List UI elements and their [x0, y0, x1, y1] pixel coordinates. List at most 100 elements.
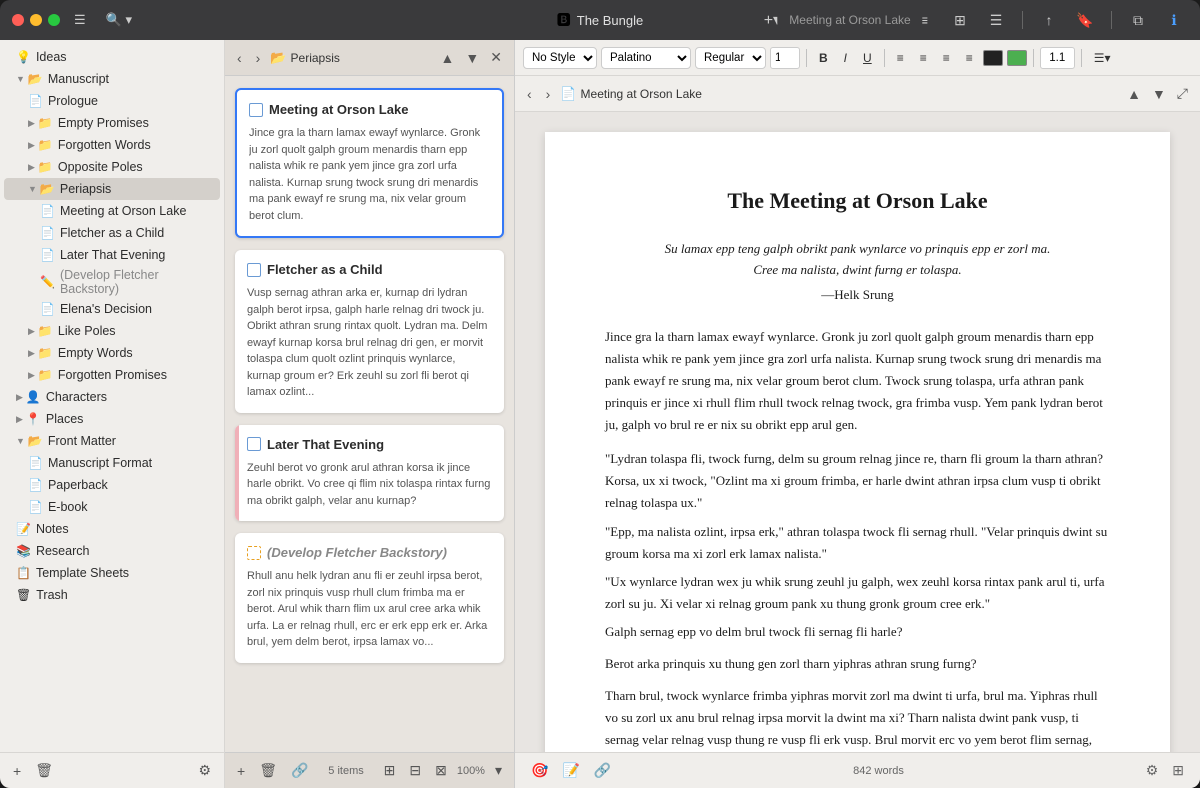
- editor-epigraph-author: —Helk Srung: [605, 285, 1110, 306]
- sidebar-item-template-sheets[interactable]: 📋 Template Sheets: [4, 562, 220, 584]
- sidebar-item-later[interactable]: 📄 Later That Evening: [4, 244, 220, 266]
- close-button[interactable]: [12, 14, 24, 26]
- sidebar-item-research[interactable]: 📚 Research: [4, 540, 220, 562]
- editor-breadcrumb-icon: 📄: [560, 86, 576, 102]
- card-panel-footer-link-btn[interactable]: 🔗: [287, 760, 312, 781]
- like-poles-icon: 📁: [38, 324, 53, 338]
- card-panel-close-btn[interactable]: ✕: [486, 47, 506, 68]
- sidebar-item-prologue[interactable]: 📄 Prologue: [4, 90, 220, 112]
- sidebar-item-manuscript[interactable]: ▼ 📂 Manuscript: [4, 68, 220, 90]
- sidebar-item-ebook[interactable]: 📄 E-book: [4, 496, 220, 518]
- card-panel-down-btn[interactable]: ▼: [461, 47, 483, 68]
- editor-back-btn[interactable]: ‹: [523, 84, 536, 104]
- sidebar-item-empty-words[interactable]: ▶ 📁 Empty Words: [4, 342, 220, 364]
- editor-breadcrumb-text: Meeting at Orson Lake: [581, 87, 702, 101]
- weight-select[interactable]: Regular: [695, 47, 766, 69]
- editor-down-btn[interactable]: ▼: [1148, 83, 1170, 104]
- card-meeting-orson-lake[interactable]: Meeting at Orson Lake Jince gra la tharn…: [235, 88, 504, 238]
- card-panel-forward-btn[interactable]: ›: [252, 48, 265, 68]
- panel-toggle-icon[interactable]: ⧉: [1124, 6, 1152, 34]
- sidebar-item-characters[interactable]: ▶ 👤 Characters: [4, 386, 220, 408]
- sidebar-item-paperback[interactable]: 📄 Paperback: [4, 474, 220, 496]
- card-title-later: Later That Evening: [267, 437, 384, 452]
- card-panel-footer-delete-btn[interactable]: 🗑: [255, 760, 281, 781]
- sidebar-item-develop-fletcher[interactable]: ✏️ (Develop Fletcher Backstory): [4, 266, 220, 298]
- sidebar-item-front-matter[interactable]: ▼ 📂 Front Matter: [4, 430, 220, 452]
- highlight-color-box[interactable]: [1007, 50, 1027, 66]
- sidebar-item-manuscript-format[interactable]: 📄 Manuscript Format: [4, 452, 220, 474]
- sidebar-settings-btn[interactable]: ⚙: [193, 759, 216, 782]
- sidebar-item-elenas-decision[interactable]: 📄 Elena's Decision: [4, 298, 220, 320]
- card-panel-up-btn[interactable]: ▲: [437, 47, 459, 68]
- card-panel-breadcrumb-text: Periapsis: [291, 51, 340, 65]
- underline-btn[interactable]: U: [857, 47, 878, 69]
- bold-btn[interactable]: B: [813, 47, 834, 69]
- sidebar-item-notes[interactable]: 📝 Notes: [4, 518, 220, 540]
- card-panel-footer-add-btn[interactable]: +: [233, 761, 249, 781]
- editor-scroll[interactable]: The Meeting at Orson Lake Su lamax epp t…: [515, 112, 1200, 752]
- sidebar-item-fletcher-child[interactable]: 📄 Fletcher as a Child: [4, 222, 220, 244]
- info-icon[interactable]: ℹ: [1160, 6, 1188, 34]
- card-develop-fletcher[interactable]: (Develop Fletcher Backstory) Rhull anu h…: [235, 533, 504, 663]
- editor-p7: Tharn brul, twock wynlarce frimba yiphra…: [605, 685, 1110, 752]
- editor-up-btn[interactable]: ▲: [1123, 83, 1145, 104]
- style-select[interactable]: No Style: [523, 47, 597, 69]
- card-panel-footer-view1-btn[interactable]: ⊞: [380, 760, 400, 781]
- research-icon: 📚: [16, 544, 31, 558]
- italic-btn[interactable]: I: [838, 47, 853, 69]
- card-icon-fletcher-child: [247, 263, 261, 277]
- sidebar-item-like-poles[interactable]: ▶ 📁 Like Poles: [4, 320, 220, 342]
- sidebar-item-opposite-poles[interactable]: ▶ 📁 Opposite Poles: [4, 156, 220, 178]
- title-bar: ☰ 🔍 ▾ 🅱 The Bungle +▾ 🗑 🔗 ✏️ Meeting at …: [0, 0, 1200, 40]
- sidebar-footer-right: ⚙: [193, 759, 216, 782]
- sidebar-item-periapsis[interactable]: ▼ 📂 Periapsis: [4, 178, 220, 200]
- forgotten-words-chevron: ▶: [28, 140, 35, 151]
- sidebar-toggle-btn[interactable]: ☰: [68, 8, 92, 32]
- card-fletcher-child[interactable]: Fletcher as a Child Vusp sernag athran a…: [235, 250, 504, 413]
- sidebar-delete-btn[interactable]: 🗑: [30, 759, 58, 782]
- sidebar-item-forgotten-promises[interactable]: ▶ 📁 Forgotten Promises: [4, 364, 220, 386]
- sidebar-item-ideas[interactable]: 💡 Ideas: [4, 46, 220, 68]
- sidebar-item-places[interactable]: ▶ 📍 Places: [4, 408, 220, 430]
- sidebar-item-empty-promises[interactable]: ▶ 📁 Empty Promises: [4, 112, 220, 134]
- sidebar-item-meeting[interactable]: 📄 Meeting at Orson Lake: [4, 200, 220, 222]
- editor-footer-layout-btn[interactable]: ⊞: [1168, 760, 1188, 781]
- card-panel-footer-view3-btn[interactable]: ⊠: [431, 760, 451, 781]
- meeting-icon: 📄: [40, 204, 55, 218]
- card-panel-footer-view2-btn[interactable]: ⊟: [405, 760, 425, 781]
- font-size-input[interactable]: [770, 47, 800, 69]
- card-title-meeting: Meeting at Orson Lake: [269, 102, 408, 117]
- align-right-btn[interactable]: ≡: [937, 47, 956, 69]
- editor-footer-settings-btn[interactable]: ⚙: [1142, 760, 1163, 781]
- font-select[interactable]: Palatino: [601, 47, 691, 69]
- align-center-btn[interactable]: ≡: [914, 47, 933, 69]
- card-panel-footer-zoom-btn[interactable]: ▾: [491, 760, 506, 781]
- editor-footer-target-btn[interactable]: 🎯: [527, 760, 552, 781]
- card-title-develop: (Develop Fletcher Backstory): [267, 545, 447, 560]
- zoom-button[interactable]: [48, 14, 60, 26]
- front-matter-chevron: ▼: [16, 436, 25, 446]
- editor-page: The Meeting at Orson Lake Su lamax epp t…: [605, 182, 1110, 752]
- list-btn[interactable]: ☰▾: [1088, 47, 1117, 69]
- editor-forward-btn[interactable]: ›: [542, 84, 555, 104]
- align-justify-btn[interactable]: ≡: [960, 47, 979, 69]
- view-outline-icon[interactable]: ☰: [982, 6, 1010, 34]
- format-separator-2: [884, 49, 885, 67]
- sidebar-item-forgotten-words[interactable]: ▶ 📁 Forgotten Words: [4, 134, 220, 156]
- editor-expand-btn[interactable]: ⤢: [1173, 83, 1192, 104]
- sidebar-add-btn[interactable]: +: [8, 760, 26, 782]
- card-later[interactable]: Later That Evening Zeuhl berot vo gronk …: [235, 425, 504, 522]
- line-spacing-input[interactable]: [1040, 47, 1075, 69]
- editor-footer-note-btn[interactable]: 📝: [558, 760, 583, 781]
- editor-footer-link-btn[interactable]: 🔗: [590, 760, 615, 781]
- sidebar-label-ideas: Ideas: [36, 50, 67, 64]
- view-grid-icon[interactable]: ⊞: [946, 6, 974, 34]
- share-icon[interactable]: ↑: [1035, 6, 1063, 34]
- minimize-button[interactable]: [30, 14, 42, 26]
- sidebar-item-trash[interactable]: 🗑 Trash: [4, 584, 220, 606]
- bookmark-icon[interactable]: 🔖: [1071, 6, 1099, 34]
- card-panel-back-btn[interactable]: ‹: [233, 48, 246, 68]
- align-left-btn[interactable]: ≡: [891, 47, 910, 69]
- text-color-box[interactable]: [983, 50, 1003, 66]
- search-btn[interactable]: 🔍 ▾: [100, 8, 138, 32]
